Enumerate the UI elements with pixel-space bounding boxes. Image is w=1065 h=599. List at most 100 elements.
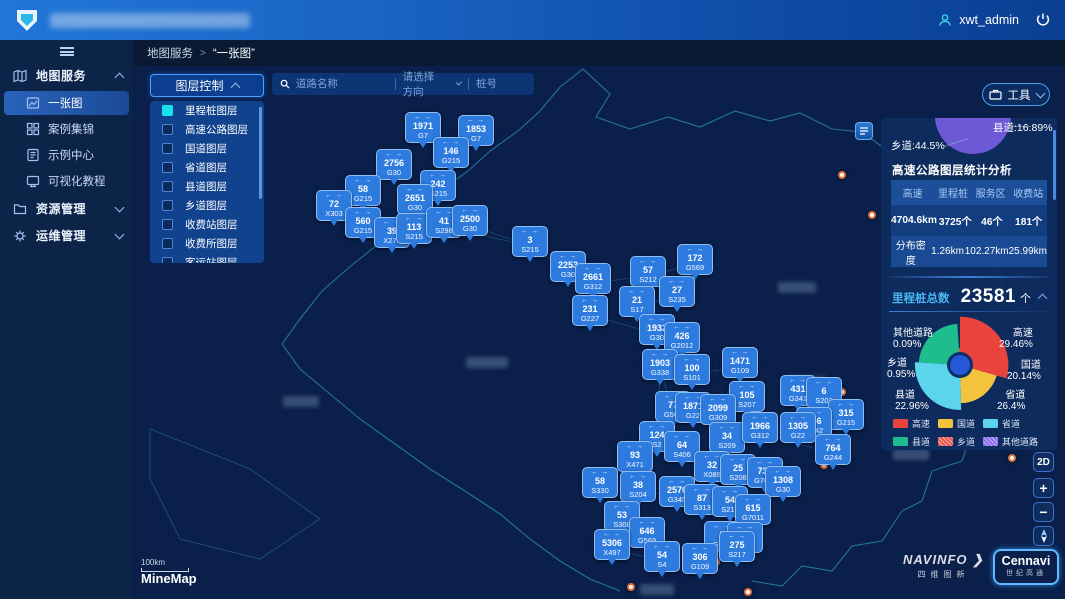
milestone-marker-X471-93[interactable]: ← →93X471 — [617, 441, 653, 472]
locate-button[interactable] — [1033, 526, 1054, 546]
sidebar-item-示例中心[interactable]: 示例中心 — [4, 143, 129, 167]
layer-checkbox[interactable] — [162, 105, 173, 116]
table-row: 分布密度1.26km102.27km25.99km — [891, 236, 1047, 267]
sidebar-item-可视化教程[interactable]: 可视化教程 — [4, 169, 129, 193]
layer-panel-scrollbar[interactable] — [259, 107, 262, 199]
layer-item-里程桩图层[interactable]: 里程桩图层 — [150, 101, 264, 120]
milestone-marker-G309-2099[interactable]: ← →2099G309 — [700, 394, 736, 425]
milestone-marker-G244-764[interactable]: ← →764G244 — [815, 434, 851, 465]
legend-item-高速[interactable]: 高速 — [893, 417, 930, 430]
milestone-marker-S101-100[interactable]: ← →100S101 — [674, 354, 710, 385]
examples-icon — [26, 148, 40, 162]
table-cell: 分布密度 — [891, 237, 930, 267]
milestone-marker-S235-27[interactable]: ← →27S235 — [659, 276, 695, 307]
milestone-marker-X497-5306[interactable]: ← →5306X497 — [594, 529, 630, 560]
sidebar-nav: 地图服务一张图案例集锦示例中心可视化教程资源管理运维管理 — [0, 62, 133, 249]
stats-panel-toggle-button[interactable] — [855, 122, 873, 140]
milestone-marker-G338-1903[interactable]: ← →1903G338 — [642, 349, 678, 380]
milestone-total-unit: 个 — [1020, 290, 1031, 306]
milestone-marker-G7011-615[interactable]: ← →615G7011 — [735, 494, 771, 525]
legend-item-省道[interactable]: 省道 — [983, 417, 1020, 430]
logout-button[interactable] — [1035, 12, 1051, 28]
milestone-marker-S204-38[interactable]: ← →38S204 — [620, 471, 656, 502]
layer-item-国道图层[interactable]: 国道图层 — [150, 139, 264, 158]
blurred-place-label — [283, 396, 319, 407]
milestone-marker-G30-1308[interactable]: ← →1308G30 — [765, 466, 801, 497]
layer-list: 里程桩图层高速公路图层国道图层省道图层县道图层乡道图层收费站图层收费所图层客运站… — [150, 101, 264, 263]
app-title-redacted — [50, 13, 250, 28]
layer-checkbox[interactable] — [162, 162, 173, 173]
milestone-marker-G569-172[interactable]: ← →172G569 — [677, 244, 713, 275]
user-menu[interactable]: xwt_admin — [938, 13, 1019, 27]
tools-button[interactable]: 工具 — [982, 83, 1050, 106]
layer-item-省道图层[interactable]: 省道图层 — [150, 158, 264, 177]
layer-checkbox[interactable] — [162, 219, 173, 230]
milestone-marker-G22-1305[interactable]: ← →1305G22 — [780, 412, 816, 443]
legend-swatch — [938, 419, 953, 428]
layer-checkbox[interactable] — [162, 124, 173, 135]
layer-item-收费所图层[interactable]: 收费所图层 — [150, 234, 264, 253]
sidebar-group-运维管理[interactable]: 运维管理 — [0, 222, 133, 249]
legend-item-其他道路[interactable]: 其他道路 — [983, 435, 1038, 448]
layer-item-客运站图层[interactable]: 客运站图层 — [150, 253, 264, 263]
layer-item-县道图层[interactable]: 县道图层 — [150, 177, 264, 196]
layer-item-高速公路图层[interactable]: 高速公路图层 — [150, 120, 264, 139]
poi-dot[interactable] — [868, 211, 876, 219]
layer-checkbox[interactable] — [162, 181, 173, 192]
table-cell: 102.27km — [965, 246, 1009, 257]
stake-number-input[interactable] — [476, 78, 526, 90]
legend-item-县道[interactable]: 县道 — [893, 435, 930, 448]
layer-item-乡道图层[interactable]: 乡道图层 — [150, 196, 264, 215]
table-cell: 25.99km — [1009, 246, 1047, 257]
layer-item-收费站图层[interactable]: 收费站图层 — [150, 215, 264, 234]
poi-dot[interactable] — [744, 588, 752, 596]
sidebar-item-一张图[interactable]: 一张图 — [4, 91, 129, 115]
legend-item-乡道[interactable]: 乡道 — [938, 435, 975, 448]
milestone-marker-S17-21[interactable]: ← →21S17 — [619, 286, 655, 317]
map-scale: 100km — [141, 558, 189, 572]
milestone-marker-G30-2500[interactable]: ← →2500G30 — [452, 205, 488, 236]
tutorial-icon — [26, 174, 40, 188]
poi-dot[interactable] — [627, 583, 635, 591]
stats-panel-scrollbar[interactable] — [1053, 130, 1056, 200]
poi-dot[interactable] — [1008, 454, 1016, 462]
sidebar-item-案例集锦[interactable]: 案例集锦 — [4, 117, 129, 141]
legend-item-国道[interactable]: 国道 — [938, 417, 975, 430]
table-cell: 收费站 — [1009, 185, 1047, 200]
map-canvas[interactable]: ← →1971G7← →1853G7← →146G215← →2756G30← … — [133, 66, 1065, 599]
legend-list-icon — [859, 126, 869, 136]
sidebar-group-地图服务[interactable]: 地图服务 — [0, 62, 133, 89]
map-2d-button[interactable]: 2D — [1033, 452, 1054, 472]
search-icon — [280, 78, 290, 90]
milestone-marker-G30-2756[interactable]: ← →2756G30 — [376, 149, 412, 180]
breadcrumb-root[interactable]: 地图服务 — [147, 45, 193, 61]
layer-checkbox[interactable] — [162, 200, 173, 211]
user-icon — [938, 13, 952, 27]
milestone-marker-G109-1471[interactable]: ← →1471G109 — [722, 347, 758, 378]
milestone-marker-S209-34[interactable]: ← →34S209 — [709, 422, 745, 453]
milestone-marker-G227-231[interactable]: ← →231G227 — [572, 295, 608, 326]
layer-control-button[interactable]: 图层控制 — [150, 74, 264, 97]
milestone-marker-G312-2661[interactable]: ← →2661G312 — [575, 263, 611, 294]
milestone-marker-S217-275[interactable]: ← →275S217 — [719, 531, 755, 562]
table-cell: 46个 — [974, 213, 1011, 228]
zoom-in-button[interactable]: + — [1033, 478, 1054, 498]
milestone-marker-S4-54[interactable]: ← →54S4 — [644, 541, 680, 572]
milestone-marker-G215-146[interactable]: ← →146G215 — [433, 137, 469, 168]
sidebar-collapse-button[interactable] — [60, 47, 74, 56]
milestone-marker-G312-1966[interactable]: ← →1966G312 — [742, 412, 778, 443]
milestone-marker-G109-306[interactable]: ← →306G109 — [682, 543, 718, 574]
collapse-chevron-icon[interactable] — [1038, 294, 1048, 304]
layer-checkbox[interactable] — [162, 257, 173, 263]
direction-select[interactable]: 请选择方向 — [403, 69, 462, 99]
sidebar-group-资源管理[interactable]: 资源管理 — [0, 195, 133, 222]
breadcrumb: 地图服务 > “一张图” — [133, 40, 1065, 66]
layer-checkbox[interactable] — [162, 238, 173, 249]
milestone-marker-S330-58[interactable]: ← →58S330 — [582, 467, 618, 498]
milestone-marker-S215-3[interactable]: ← →3S215 — [512, 226, 548, 257]
layer-checkbox[interactable] — [162, 143, 173, 154]
zoom-out-button[interactable]: − — [1033, 502, 1054, 522]
poi-dot[interactable] — [838, 171, 846, 179]
milestone-marker-G215-315[interactable]: ← →315G215 — [828, 399, 864, 430]
road-name-input[interactable] — [296, 78, 388, 90]
